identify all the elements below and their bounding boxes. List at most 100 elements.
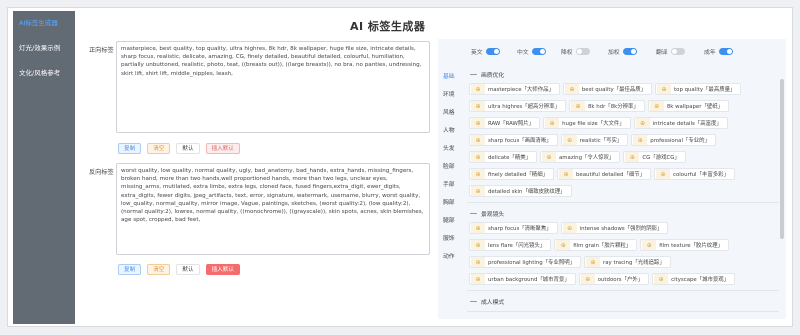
plus-icon[interactable]: ⊕ (545, 118, 560, 128)
toggle-switch[interactable] (718, 48, 733, 55)
category-face[interactable]: 脸部 (443, 158, 465, 176)
toggle-switch[interactable] (531, 48, 546, 55)
category-legs[interactable]: 腿部 (443, 212, 465, 230)
negative-default-button[interactable]: 默认 (176, 264, 200, 275)
tag-chip[interactable]: ⊕ urban background「城市背景」 (469, 273, 576, 285)
plus-icon[interactable]: ⊕ (570, 101, 585, 111)
plus-icon[interactable]: ⊕ (558, 169, 573, 179)
tag-chip[interactable]: ⊕ ultra highres「超高分辨率」 (469, 100, 566, 112)
tag-list[interactable]: 画质优化 ⊕ masterpiece「大师作品」 ⊕ best quality「最佳品质… (467, 64, 779, 319)
category-style[interactable]: 风格 (443, 104, 465, 122)
toggle-switch[interactable] (485, 48, 500, 55)
toggle-translate[interactable]: 翻译 (656, 47, 685, 56)
toggle-english[interactable]: 英文 (471, 47, 500, 56)
tag-chip[interactable]: ⊕ professional lighting「专业照明」 (469, 256, 582, 268)
category-clothing[interactable]: 服饰 (443, 230, 465, 248)
tag-chip[interactable]: ⊕ intricate details「高富度」 (633, 117, 728, 129)
tag-chip[interactable]: ⊕ beautiful detailed「细节」 (556, 168, 652, 180)
plus-icon[interactable]: ⊕ (633, 135, 648, 145)
tag-chip[interactable]: ⊕ professional「专业的」 (631, 134, 716, 146)
option-toggles: 英文 中文 降权 加权 翻译 成年 (438, 47, 786, 59)
positive-prompt-input[interactable]: masterpiece, best quality, top quality, … (116, 41, 430, 133)
sidebar-item-lighting[interactable]: 灯光/效果示例 (13, 36, 75, 61)
plus-icon[interactable]: ⊕ (580, 274, 595, 284)
sidebar-item-culture[interactable]: 文化/风格参考 (13, 61, 75, 86)
plus-icon[interactable]: ⊕ (471, 84, 485, 94)
sidebar-item-tag-generator[interactable]: AI标签生成器 (13, 11, 75, 36)
negative-clear-button[interactable]: 清空 (147, 264, 171, 275)
tag-chip[interactable]: ⊕ RAW「RAW照片」 (469, 117, 541, 129)
plus-icon[interactable]: ⊕ (471, 240, 485, 250)
positive-copy-button[interactable]: 复制 (118, 143, 142, 154)
plus-icon[interactable]: ⊕ (564, 84, 579, 94)
tag-chip[interactable]: ⊕ huge file size「大文件」 (543, 117, 631, 129)
plus-icon[interactable]: ⊕ (471, 274, 485, 284)
plus-icon[interactable]: ⊕ (642, 240, 657, 250)
tag-chip[interactable]: ⊕ ray tracing「光线追踪」 (584, 256, 671, 268)
category-environment[interactable]: 环境 (443, 86, 465, 104)
plus-icon[interactable]: ⊕ (471, 186, 485, 196)
plus-icon[interactable]: ⊕ (471, 118, 485, 128)
category-chest[interactable]: 胸部 (443, 194, 465, 212)
toggle-switch[interactable] (575, 48, 590, 55)
category-hands[interactable]: 手部 (443, 176, 465, 194)
tag-chip[interactable]: ⊕ film grain「胶片颗粒」 (554, 239, 638, 251)
tag-chip[interactable]: ⊕ sharp focus「画面清晰」 (469, 134, 558, 146)
tag-chip[interactable]: ⊕ realistic「写实」 (560, 134, 629, 146)
tag-row: ⊕ sharp focus「清晰聚焦」 ⊕ intense shadows「强烈的阴影… (469, 222, 779, 234)
tag-chip[interactable]: ⊕ amazing「令人惊叹」 (540, 151, 621, 163)
plus-icon[interactable]: ⊕ (656, 169, 671, 179)
positive-insert-default-button[interactable]: 插入默认 (205, 143, 240, 154)
tag-chip[interactable]: ⊕ detailed skin「细致皮肤纹理」 (469, 185, 572, 197)
toggle-chinese[interactable]: 中文 (517, 47, 546, 56)
negative-label: 反向标签 (89, 169, 114, 176)
plus-icon[interactable]: ⊕ (556, 240, 571, 250)
tag-label: realistic「写实」 (579, 138, 623, 144)
plus-icon[interactable]: ⊕ (471, 169, 485, 179)
plus-icon[interactable]: ⊕ (471, 135, 485, 145)
tag-chip[interactable]: ⊕ finely detailed「精细」 (469, 168, 554, 180)
plus-icon[interactable]: ⊕ (657, 84, 672, 94)
plus-icon[interactable]: ⊕ (635, 118, 650, 128)
positive-clear-button[interactable]: 清空 (147, 143, 171, 154)
plus-icon[interactable]: ⊕ (471, 257, 485, 267)
tag-chip[interactable]: ⊕ colourful「丰富多彩」 (654, 168, 735, 180)
negative-insert-default-button[interactable]: 插入默认 (205, 264, 240, 275)
negative-copy-button[interactable]: 复制 (118, 264, 142, 275)
category-basic[interactable]: 基础 (443, 68, 465, 86)
negative-prompt-input[interactable]: worst quality, low quality, normal quali… (116, 163, 430, 255)
tag-chip[interactable]: ⊕ masterpiece「大师作品」 (469, 83, 560, 95)
plus-icon[interactable]: ⊕ (542, 152, 556, 162)
category-character[interactable]: 人物 (443, 122, 465, 140)
category-hair[interactable]: 头发 (443, 140, 465, 158)
plus-icon[interactable]: ⊕ (586, 257, 601, 267)
plus-icon[interactable]: ⊕ (649, 101, 664, 111)
plus-icon[interactable]: ⊕ (471, 101, 485, 111)
tag-chip[interactable]: ⊕ intense shadows「强烈的阴影」 (560, 222, 669, 234)
scrollbar[interactable] (780, 79, 784, 239)
plus-icon[interactable]: ⊕ (471, 152, 485, 162)
tag-chip[interactable]: ⊕ lens flare「闪光镜头」 (469, 239, 552, 251)
tag-chip[interactable]: ⊕ CG「游戏CG」 (623, 151, 686, 163)
toggle-add-weight[interactable]: 加权 (608, 47, 637, 56)
toggle-switch[interactable] (670, 48, 685, 55)
tag-chip[interactable]: ⊕ sharp focus「清晰聚焦」 (469, 222, 558, 234)
tag-chip[interactable]: ⊕ cityscape「城市景观」 (652, 273, 736, 285)
tag-chip[interactable]: ⊕ 8k wallpaper「壁纸」 (647, 100, 730, 112)
tag-chip[interactable]: ⊕ best quality「最佳品质」 (562, 83, 653, 95)
tag-chip[interactable]: ⊕ top quality「最高质量」 (655, 83, 742, 95)
positive-default-button[interactable]: 默认 (176, 143, 200, 154)
tag-chip[interactable]: ⊕ 8k hdr「8k分辨率」 (568, 100, 645, 112)
plus-icon[interactable]: ⊕ (471, 223, 485, 233)
toggle-reduce-weight[interactable]: 降权 (561, 47, 590, 56)
tag-chip[interactable]: ⊕ outdoors「户外」 (578, 273, 650, 285)
toggle-switch[interactable] (622, 48, 637, 55)
plus-icon[interactable]: ⊕ (562, 223, 577, 233)
plus-icon[interactable]: ⊕ (562, 135, 577, 145)
tag-chip[interactable]: ⊕ delicate「精美」 (469, 151, 537, 163)
category-action[interactable]: 动作 (443, 248, 465, 266)
toggle-adult[interactable]: 成年 (704, 47, 733, 56)
tag-chip[interactable]: ⊕ film texture「胶片纹理」 (640, 239, 729, 251)
plus-icon[interactable]: ⊕ (654, 274, 669, 284)
plus-icon[interactable]: ⊕ (625, 152, 640, 162)
